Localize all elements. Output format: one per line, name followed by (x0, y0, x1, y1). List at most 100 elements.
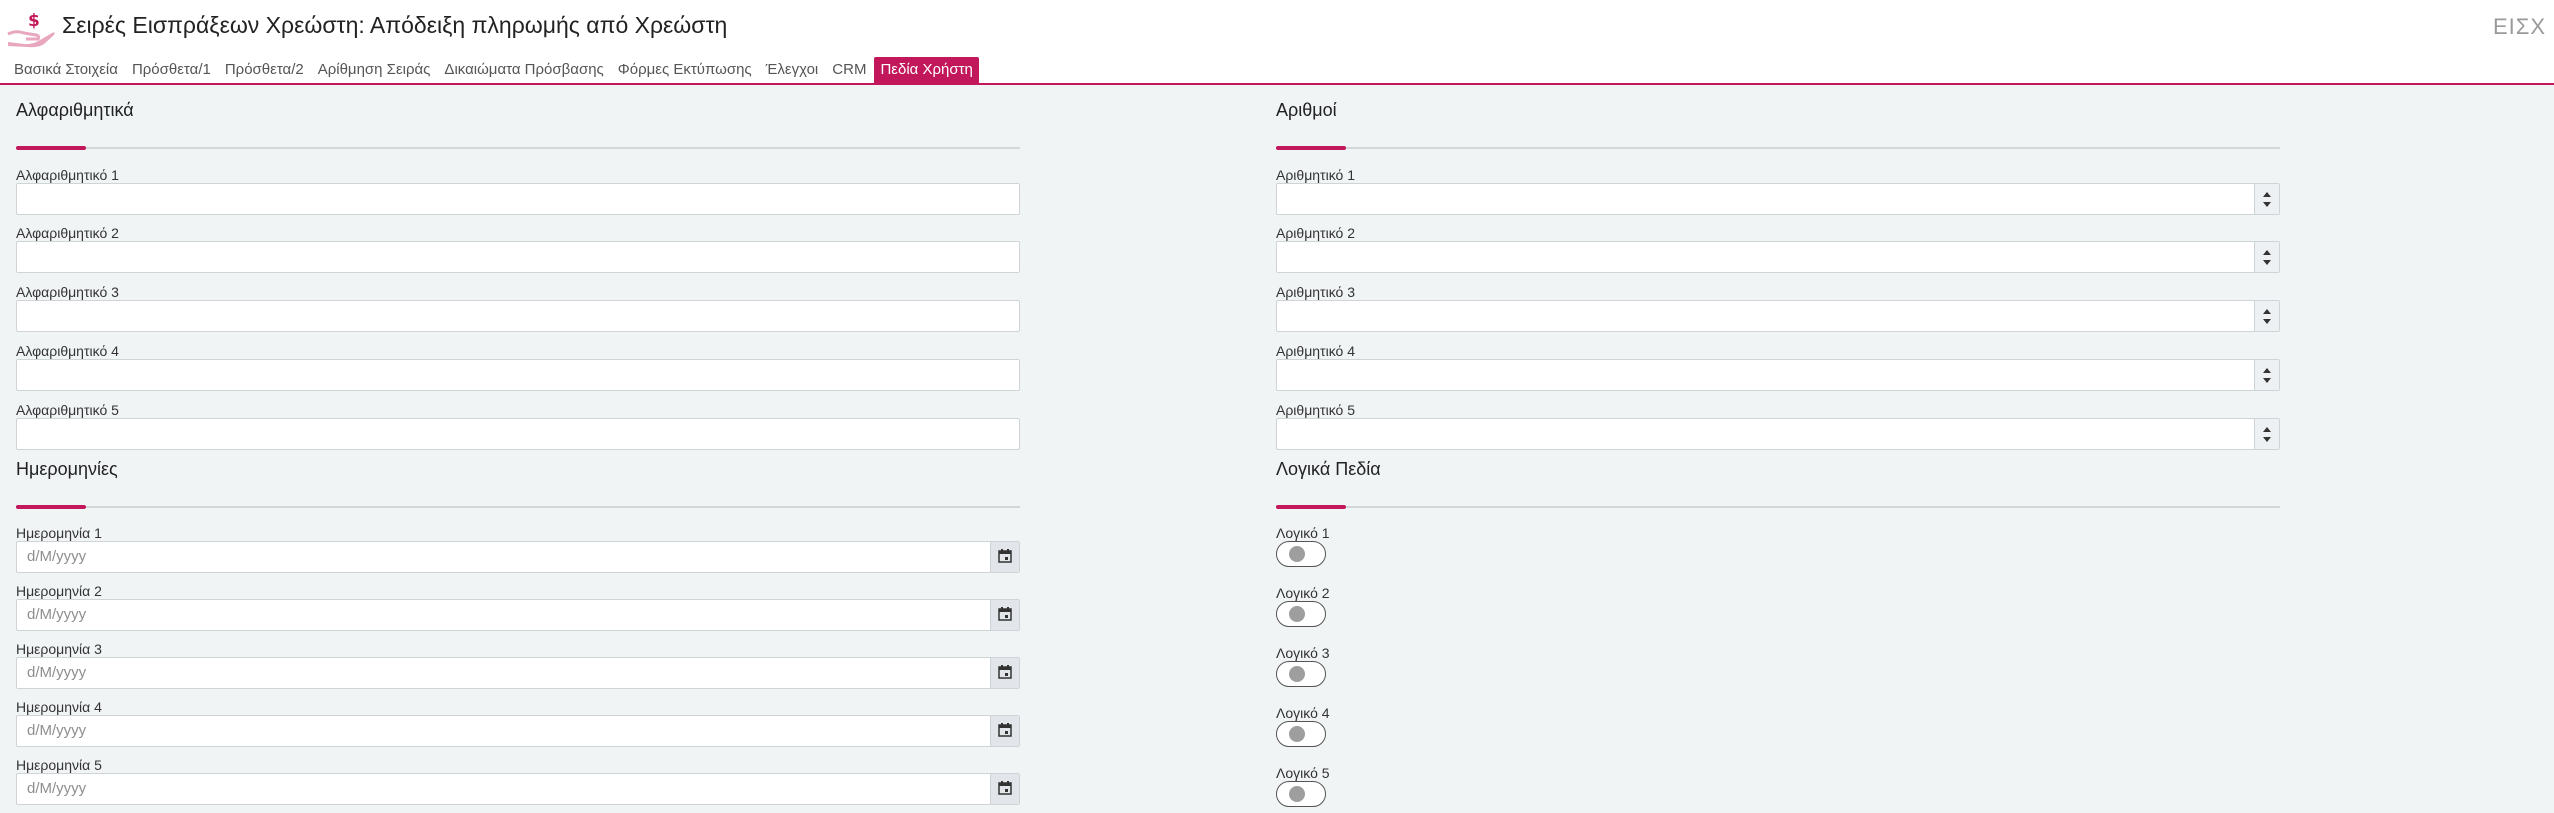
field-label: Αριθμητικό 1 (1276, 167, 1355, 183)
section-divider (1276, 506, 2280, 508)
tab-crm[interactable]: CRM (826, 57, 872, 83)
series-code: ΕΙΣΧ (2492, 14, 2546, 39)
date-input-1[interactable]: d/M/yyyy (16, 541, 1020, 573)
number-input-4[interactable] (1276, 359, 2280, 391)
tab-additional-2[interactable]: Πρόσθετα/2 (219, 57, 310, 83)
spin-down-icon[interactable] (2263, 202, 2271, 207)
tab-access-rights[interactable]: Δικαιώματα Πρόσβασης (438, 57, 609, 83)
field-label: Ημερομηνία 5 (16, 757, 102, 773)
date-input-2[interactable]: d/M/yyyy (16, 599, 1020, 631)
logical-toggle-2[interactable] (1276, 601, 1326, 627)
toggle-knob (1289, 786, 1305, 802)
calendar-icon (998, 665, 1012, 679)
date-placeholder: d/M/yyyy (27, 780, 87, 797)
date-placeholder: d/M/yyyy (27, 664, 87, 681)
tab-user-fields[interactable]: Πεδία Χρήστη (874, 57, 979, 83)
number-spinner[interactable] (2254, 242, 2279, 272)
alpha-input-4[interactable] (16, 359, 1020, 391)
field-label: Ημερομηνία 3 (16, 641, 102, 657)
number-spinner[interactable] (2254, 419, 2279, 449)
field-label: Λογικό 5 (1276, 765, 1330, 781)
toggle-knob (1289, 666, 1305, 682)
section-divider (16, 147, 1020, 149)
field-label: Λογικό 3 (1276, 645, 1330, 661)
field-label: Ημερομηνία 2 (16, 583, 102, 599)
date-placeholder: d/M/yyyy (27, 722, 87, 739)
logical-toggle-3[interactable] (1276, 661, 1326, 687)
field-label: Λογικό 1 (1276, 525, 1330, 541)
number-input-1[interactable] (1276, 183, 2280, 215)
section-title: Ημερομηνίες (16, 459, 118, 479)
section-accent (1276, 146, 1346, 150)
field-label: Αριθμητικό 2 (1276, 225, 1355, 241)
section-title: Λογικά Πεδία (1276, 459, 1381, 479)
number-spinner[interactable] (2254, 360, 2279, 390)
number-input-3[interactable] (1276, 300, 2280, 332)
date-input-5[interactable]: d/M/yyyy (16, 773, 1020, 805)
tab-print-forms[interactable]: Φόρμες Εκτύπωσης (612, 57, 758, 83)
spin-down-icon[interactable] (2263, 260, 2271, 265)
hand-money-icon: $ (6, 6, 68, 48)
spin-up-icon[interactable] (2263, 427, 2271, 432)
section-title: Αριθμοί (1276, 100, 1337, 120)
number-spinner[interactable] (2254, 184, 2279, 214)
field-label: Ημερομηνία 4 (16, 699, 102, 715)
field-label: Αλφαριθμητικό 3 (16, 284, 119, 300)
spin-up-icon[interactable] (2263, 309, 2271, 314)
alpha-input-2[interactable] (16, 241, 1020, 273)
logical-toggle-1[interactable] (1276, 541, 1326, 567)
spin-up-icon[interactable] (2263, 250, 2271, 255)
alpha-input-5[interactable] (16, 418, 1020, 450)
logical-toggle-5[interactable] (1276, 781, 1326, 807)
logicals-section: Λογικά Πεδία Λογικό 1 Λογικό 2 Λογικό 3 … (1276, 459, 2280, 807)
page-title: Σειρές Εισπράξεων Χρεώστη: Απόδειξη πληρ… (62, 12, 728, 38)
spin-down-icon[interactable] (2263, 319, 2271, 324)
field-label: Λογικό 4 (1276, 705, 1330, 721)
calendar-button[interactable] (990, 716, 1019, 746)
numbers-section: Αριθμοί Αριθμητικό 1 Αριθμητικό 2 Αριθμη… (1276, 100, 2280, 450)
calendar-button[interactable] (990, 600, 1019, 630)
date-input-3[interactable]: d/M/yyyy (16, 657, 1020, 689)
section-accent (16, 505, 86, 509)
calendar-button[interactable] (990, 542, 1019, 572)
section-divider (1276, 147, 2280, 149)
calendar-icon (998, 723, 1012, 737)
alpha-input-3[interactable] (16, 300, 1020, 332)
calendar-button[interactable] (990, 658, 1019, 688)
spin-up-icon[interactable] (2263, 368, 2271, 373)
alpha-section: Αλφαριθμητικά Αλφαριθμητικό 1 Αλφαριθμητ… (16, 100, 1020, 450)
content-area: Αλφαριθμητικά Αλφαριθμητικό 1 Αλφαριθμητ… (0, 85, 2554, 813)
svg-text:$: $ (28, 11, 40, 31)
spin-down-icon[interactable] (2263, 378, 2271, 383)
field-label: Αλφαριθμητικό 2 (16, 225, 119, 241)
calendar-icon (998, 781, 1012, 795)
calendar-button[interactable] (990, 774, 1019, 804)
tab-basic-info[interactable]: Βασικά Στοιχεία (8, 57, 124, 83)
alpha-input-1[interactable] (16, 183, 1020, 215)
tab-bar: Βασικά Στοιχεία Πρόσθετα/1 Πρόσθετα/2 Αρ… (8, 57, 981, 83)
tab-checks[interactable]: Έλεγχοι (760, 57, 825, 83)
field-label: Αλφαριθμητικό 4 (16, 343, 119, 359)
date-input-4[interactable]: d/M/yyyy (16, 715, 1020, 747)
field-label: Αριθμητικό 5 (1276, 402, 1355, 418)
date-placeholder: d/M/yyyy (27, 548, 87, 565)
calendar-icon (998, 549, 1012, 563)
section-accent (1276, 505, 1346, 509)
tab-additional-1[interactable]: Πρόσθετα/1 (126, 57, 217, 83)
tab-series-numbering[interactable]: Αρίθμηση Σειράς (312, 57, 437, 83)
field-label: Αριθμητικό 3 (1276, 284, 1355, 300)
field-label: Ημερομηνία 1 (16, 525, 102, 541)
number-spinner[interactable] (2254, 301, 2279, 331)
toggle-knob (1289, 546, 1305, 562)
logical-toggle-4[interactable] (1276, 721, 1326, 747)
spin-down-icon[interactable] (2263, 437, 2271, 442)
dates-section: Ημερομηνίες Ημερομηνία 1 d/M/yyyy Ημερομ… (16, 459, 1020, 805)
calendar-icon (998, 607, 1012, 621)
number-input-5[interactable] (1276, 418, 2280, 450)
toggle-knob (1289, 606, 1305, 622)
field-label: Λογικό 2 (1276, 585, 1330, 601)
number-input-2[interactable] (1276, 241, 2280, 273)
spin-up-icon[interactable] (2263, 192, 2271, 197)
field-label: Αλφαριθμητικό 5 (16, 402, 119, 418)
field-label: Αλφαριθμητικό 1 (16, 167, 119, 183)
